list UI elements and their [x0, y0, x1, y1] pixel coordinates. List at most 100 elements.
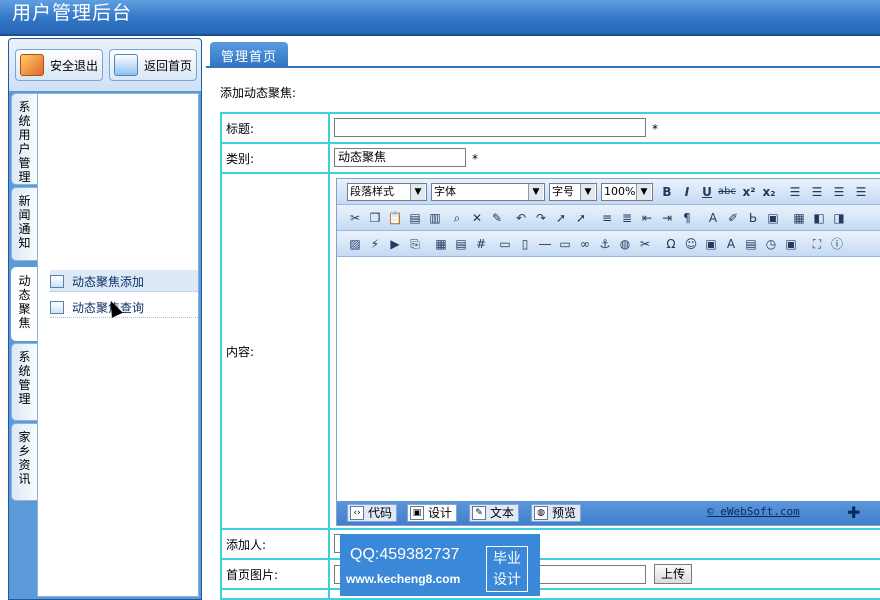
unordered-list-icon[interactable]: ≣ [619, 210, 635, 226]
textbox-icon[interactable]: ▭ [557, 236, 573, 252]
form-row-category: 类别: 动态聚焦 * [222, 144, 880, 174]
bold-icon[interactable]: B [659, 184, 675, 200]
content-label: 内容: [222, 174, 330, 528]
mode-code-button[interactable]: ‹› 代码 [347, 504, 398, 522]
delete-icon[interactable]: ✕ [469, 210, 485, 226]
subscript-icon[interactable]: x₂ [761, 184, 777, 200]
underline-icon[interactable]: U [699, 184, 715, 200]
link-icon[interactable]: ∞ [577, 236, 593, 252]
find-icon[interactable]: ⌕ [449, 210, 465, 226]
image-icon[interactable]: ▨ [347, 236, 363, 252]
flash-icon[interactable]: ⚡ [367, 236, 383, 252]
tab-admin-home[interactable]: 管理首页 [210, 42, 288, 68]
undo-icon[interactable]: ↶ [513, 210, 529, 226]
font-style-icon[interactable]: Ь [745, 210, 761, 226]
paste-text-icon[interactable]: ▤ [407, 210, 423, 226]
home-button[interactable]: 返回首页 [109, 49, 197, 81]
editor-copyright-link[interactable]: © eWebSoft.com [707, 505, 800, 518]
clear-format-icon[interactable]: ✎ [489, 210, 505, 226]
highlight-icon[interactable]: ✐ [725, 210, 741, 226]
list-icon [50, 300, 64, 314]
upload-button[interactable]: 上传 [654, 564, 693, 584]
superscript-icon[interactable]: x² [741, 184, 757, 200]
outdent-icon[interactable]: ⇤ [639, 210, 655, 226]
unlink-icon[interactable]: ✂ [637, 236, 653, 252]
mode-preview-button[interactable]: ◍ 预览 [531, 504, 582, 522]
frame-icon[interactable]: ▦ [791, 210, 807, 226]
tab-label: 系统用户管理 [18, 100, 31, 184]
redo-icon[interactable]: ↷ [533, 210, 549, 226]
tab-label: 动态聚焦 [18, 274, 31, 330]
home-icon [114, 54, 138, 76]
paste-word-icon[interactable]: ▥ [427, 210, 443, 226]
title-input[interactable] [334, 118, 646, 137]
paste-icon[interactable]: 📋 [387, 210, 403, 226]
text-color-icon[interactable]: A [705, 210, 721, 226]
emoticon-icon[interactable]: ☺ [683, 236, 699, 252]
italic-icon[interactable]: I [679, 184, 695, 200]
anchor-icon[interactable]: ⚓ [597, 236, 613, 252]
date-icon[interactable]: ▤ [743, 236, 759, 252]
form-icon[interactable]: ▭ [497, 236, 513, 252]
editor-content-area[interactable] [337, 259, 880, 503]
editor-toolbar-2: ✂ ❐ 📋 ▤ ▥ ⌕ ✕ ✎ ↶ ↷ ➚ ➚ ≡ ≣ ⇤ ⇥ ¶ A ✐ Ь … [337, 205, 880, 231]
align-center-icon[interactable]: ☰ [809, 184, 825, 200]
align-right-icon[interactable]: ☰ [831, 184, 847, 200]
required-mark: * [472, 152, 478, 166]
about-icon[interactable]: ⓘ [829, 236, 845, 252]
tab-system-users[interactable]: 系统用户管理 [11, 93, 37, 185]
copy-icon[interactable]: ❐ [367, 210, 383, 226]
globe-icon[interactable]: ◍ [617, 236, 633, 252]
tab-system-management[interactable]: 系统管理 [11, 343, 37, 421]
mode-text-button[interactable]: ✎ 文本 [469, 504, 520, 522]
design-icon: ▣ [410, 506, 424, 520]
art-text-icon[interactable]: A [723, 236, 739, 252]
ordered-list-icon[interactable]: ≡ [599, 210, 615, 226]
hr-icon[interactable]: ― [537, 236, 553, 252]
tab-dynamic-focus[interactable]: 动态聚焦 [11, 267, 37, 341]
special-char-icon[interactable]: Ω [663, 236, 679, 252]
zoom-select[interactable]: 100% [601, 183, 653, 201]
strikethrough-icon[interactable]: abc [717, 184, 737, 200]
expand-icon[interactable]: ✚ [847, 503, 860, 522]
watermark-qq: QQ:459382737 [350, 546, 460, 563]
tab-news[interactable]: 新闻通知 [11, 187, 37, 261]
adder-label: 添加人: [222, 530, 330, 558]
select-icon[interactable]: ➚ [553, 210, 569, 226]
sidebar-panel: 动态聚焦添加 动态聚焦查询 [37, 93, 199, 597]
attachment-icon[interactable]: ⎘ [407, 236, 423, 252]
media-icon[interactable]: ▶ [387, 236, 403, 252]
tab-label: 系统管理 [18, 350, 31, 406]
align-left-icon[interactable]: ☰ [787, 184, 803, 200]
cut-icon[interactable]: ✂ [347, 210, 363, 226]
layer-front-icon[interactable]: ◨ [831, 210, 847, 226]
add-focus-form: 标题: * 类别: 动态聚焦 * 内容: 段落样式 字体 字号 [220, 112, 880, 600]
sidebar-item-focus-query[interactable]: 动态聚焦查询 [50, 296, 198, 318]
watermark-url: www.kecheng8.com [346, 572, 461, 586]
font-size-select[interactable]: 字号 [549, 183, 597, 201]
category-input[interactable]: 动态聚焦 [334, 148, 466, 167]
tab-label: 新闻通知 [18, 194, 31, 250]
logout-button[interactable]: 安全退出 [15, 49, 103, 81]
font-select[interactable]: 字体 [431, 183, 545, 201]
textarea-icon[interactable]: ▯ [517, 236, 533, 252]
align-justify-icon[interactable]: ☰ [853, 184, 869, 200]
pointer-icon[interactable]: ➚ [573, 210, 589, 226]
format-select[interactable]: 段落样式 [347, 183, 427, 201]
symbol-icon[interactable]: ▣ [703, 236, 719, 252]
layer-icon[interactable]: ◧ [811, 210, 827, 226]
paragraph-icon[interactable]: ¶ [679, 210, 695, 226]
indent-icon[interactable]: ⇥ [659, 210, 675, 226]
screenshot-icon[interactable]: ▣ [783, 236, 799, 252]
insert-row-icon[interactable]: ▤ [453, 236, 469, 252]
fullscreen-icon[interactable]: ⛶ [809, 236, 825, 252]
mode-design-button[interactable]: ▣ 设计 [407, 504, 458, 522]
style-icon[interactable]: ▣ [765, 210, 781, 226]
sidebar-item-focus-add[interactable]: 动态聚焦添加 [50, 270, 198, 292]
time-icon[interactable]: ◷ [763, 236, 779, 252]
tab-hometown-news[interactable]: 家乡资讯 [11, 423, 37, 501]
table-icon[interactable]: ▦ [433, 236, 449, 252]
grid-icon[interactable]: # [473, 236, 489, 252]
sidebar-toolbar: 安全退出 返回首页 [9, 39, 201, 91]
editor-toolbar-3: ▨ ⚡ ▶ ⎘ ▦ ▤ # ▭ ▯ ― ▭ ∞ ⚓ ◍ ✂ Ω ☺ ▣ A ▤ … [337, 231, 880, 257]
